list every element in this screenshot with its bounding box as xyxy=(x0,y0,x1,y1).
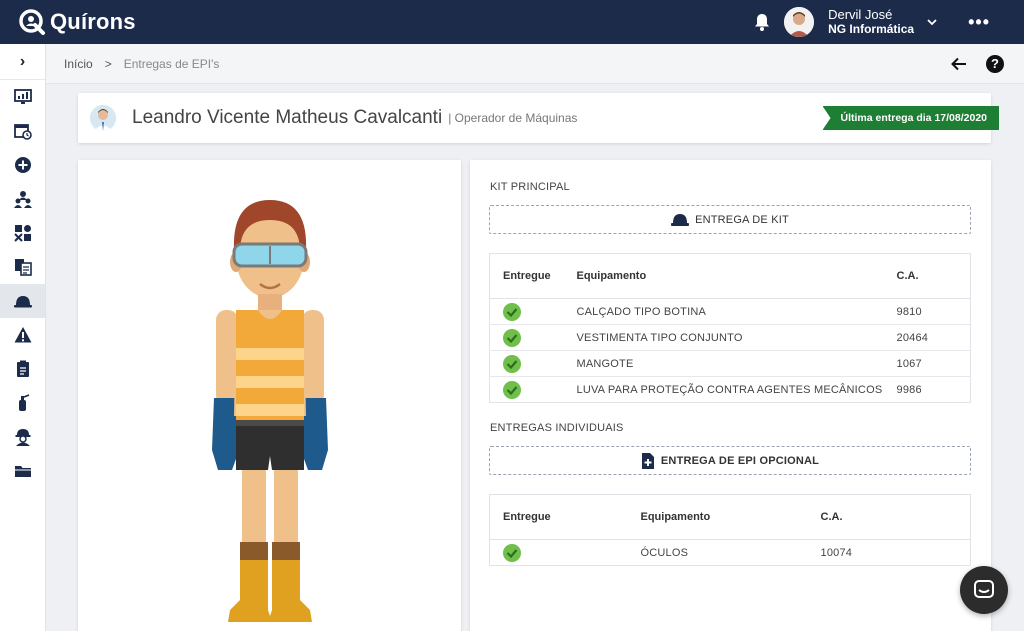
breadcrumb: Início > Entregas de EPI's ? xyxy=(46,44,1024,84)
employee-header: Leandro Vicente Matheus Cavalcanti | Ope… xyxy=(78,93,999,143)
check-circle-icon xyxy=(503,328,521,347)
monitor-icon xyxy=(13,89,32,104)
chevron-down-icon[interactable] xyxy=(926,16,938,28)
kit-delivery-label: ENTREGA DE KIT xyxy=(695,213,789,226)
folder-icon xyxy=(14,466,31,477)
kit-section-title: KIT PRINCIPAL xyxy=(490,181,570,193)
sidebar-item-alerts[interactable] xyxy=(0,318,45,352)
top-bar: Quírons Dervil José NG Informática ••• xyxy=(0,0,1024,44)
app-logo[interactable]: Quírons xyxy=(18,8,136,36)
employee-avatar xyxy=(90,105,116,131)
help-icon[interactable]: ? xyxy=(986,55,1004,73)
ca-number: 9810 xyxy=(883,298,971,325)
plus-circle-icon xyxy=(14,157,31,173)
sidebar-item-reports[interactable] xyxy=(0,352,45,386)
employee-name: Leandro Vicente Matheus Cavalcanti xyxy=(132,107,443,128)
column-header-delivered: Entregue xyxy=(489,253,564,299)
table-row[interactable]: VESTIMENTA TIPO CONJUNTO 20464 xyxy=(489,324,971,351)
column-header-equipment: Equipamento xyxy=(627,494,808,540)
user-info[interactable]: Dervil José NG Informática xyxy=(828,7,915,37)
last-delivery-badge: Última entrega dia 17/08/2020 xyxy=(822,106,999,130)
ca-number: 9986 xyxy=(896,383,922,396)
users-icon xyxy=(13,191,32,208)
helmet-icon xyxy=(671,213,690,226)
table-row[interactable]: MANGOTE 1067 xyxy=(489,350,971,377)
check-circle-icon xyxy=(503,354,521,373)
sidebar-item-workers[interactable] xyxy=(0,420,45,454)
equipment-name: VESTIMENTA TIPO CONJUNTO xyxy=(563,324,884,351)
chat-button[interactable] xyxy=(960,566,1008,614)
sidebar-item-schedule[interactable] xyxy=(0,114,45,148)
table-row[interactable]: CALÇADO TIPO BOTINA 9810 xyxy=(489,298,971,325)
equipment-name: MANGOTE xyxy=(563,350,884,377)
optional-epi-delivery-button[interactable]: ENTREGA DE EPI OPCIONAL xyxy=(489,446,971,475)
column-header-ca: C.A. xyxy=(883,253,971,299)
bell-icon[interactable] xyxy=(752,12,772,32)
table-row[interactable]: LUVA PARA PROTEÇÃO CONTRA AGENTES MECÂNI… xyxy=(490,377,971,403)
fire-extinguisher-icon xyxy=(18,394,29,411)
documents-icon xyxy=(14,259,32,276)
check-circle-icon xyxy=(503,380,521,399)
sidebar-expand-icon[interactable]: › xyxy=(0,44,45,80)
warning-icon xyxy=(14,327,31,343)
column-header-delivered: Entregue xyxy=(489,494,628,540)
breadcrumb-home-link[interactable]: Início xyxy=(64,57,93,71)
equipment-name: ÓCULOS xyxy=(640,546,689,559)
sidebar: › xyxy=(0,44,46,631)
more-options-icon[interactable]: ••• xyxy=(968,12,990,33)
kit-delivery-button[interactable]: ENTREGA DE KIT xyxy=(489,205,971,234)
epi-delivery-panel: KIT PRINCIPAL ENTREGA DE KIT Entregue Eq… xyxy=(470,160,991,631)
user-company: NG Informática xyxy=(828,22,915,36)
employee-role: | Operador de Máquinas xyxy=(448,111,578,125)
epi-figure-panel xyxy=(78,160,461,631)
back-arrow-icon[interactable] xyxy=(950,55,968,73)
equipment-name: CALÇADO TIPO BOTINA xyxy=(563,298,884,325)
ca-number: 10074 xyxy=(820,546,853,559)
add-document-icon xyxy=(641,452,654,469)
optional-epi-delivery-label: ENTREGA DE EPI OPCIONAL xyxy=(660,454,820,467)
sidebar-item-documents[interactable] xyxy=(0,250,45,284)
ca-number: 20464 xyxy=(883,324,971,351)
kit-table: Entregue Equipamento C.A. CALÇADO TIPO B… xyxy=(489,253,971,403)
helmet-icon xyxy=(13,296,32,308)
sidebar-item-employees[interactable] xyxy=(0,182,45,216)
chat-icon xyxy=(974,580,994,598)
puzzle-icon xyxy=(13,225,31,242)
logo-icon xyxy=(19,9,45,35)
individual-section-title: ENTREGAS INDIVIDUAIS xyxy=(490,422,624,434)
individual-table: Entregue Equipamento C.A. ÓCULOS 10074 xyxy=(489,494,971,566)
sidebar-item-add[interactable] xyxy=(0,148,45,182)
kit-table-header: Entregue Equipamento C.A. xyxy=(489,253,971,299)
check-circle-icon xyxy=(503,302,521,321)
worker-illustration xyxy=(212,200,328,622)
user-name: Dervil José xyxy=(828,7,893,22)
clipboard-icon xyxy=(16,360,29,377)
column-header-ca: C.A. xyxy=(807,494,971,540)
ca-number: 1067 xyxy=(883,350,971,377)
table-row[interactable]: ÓCULOS 10074 xyxy=(490,540,971,566)
column-header-equipment: Equipamento xyxy=(563,253,884,299)
calendar-clock-icon xyxy=(13,124,32,140)
worker-icon xyxy=(15,429,30,446)
check-circle-icon xyxy=(503,543,521,562)
breadcrumb-current: Entregas de EPI's xyxy=(123,56,220,71)
equipment-name: LUVA PARA PROTEÇÃO CONTRA AGENTES MECÂNI… xyxy=(576,383,883,396)
sidebar-item-epi[interactable] xyxy=(0,284,45,318)
individual-table-header: Entregue Equipamento C.A. xyxy=(489,494,971,540)
app-name: Quírons xyxy=(50,9,136,34)
sidebar-item-files[interactable] xyxy=(0,454,45,488)
user-avatar[interactable] xyxy=(784,7,815,37)
breadcrumb-separator: > xyxy=(104,56,112,71)
sidebar-item-dashboard[interactable] xyxy=(0,80,45,114)
sidebar-item-modules[interactable] xyxy=(0,216,45,250)
sidebar-item-fire[interactable] xyxy=(0,386,45,420)
